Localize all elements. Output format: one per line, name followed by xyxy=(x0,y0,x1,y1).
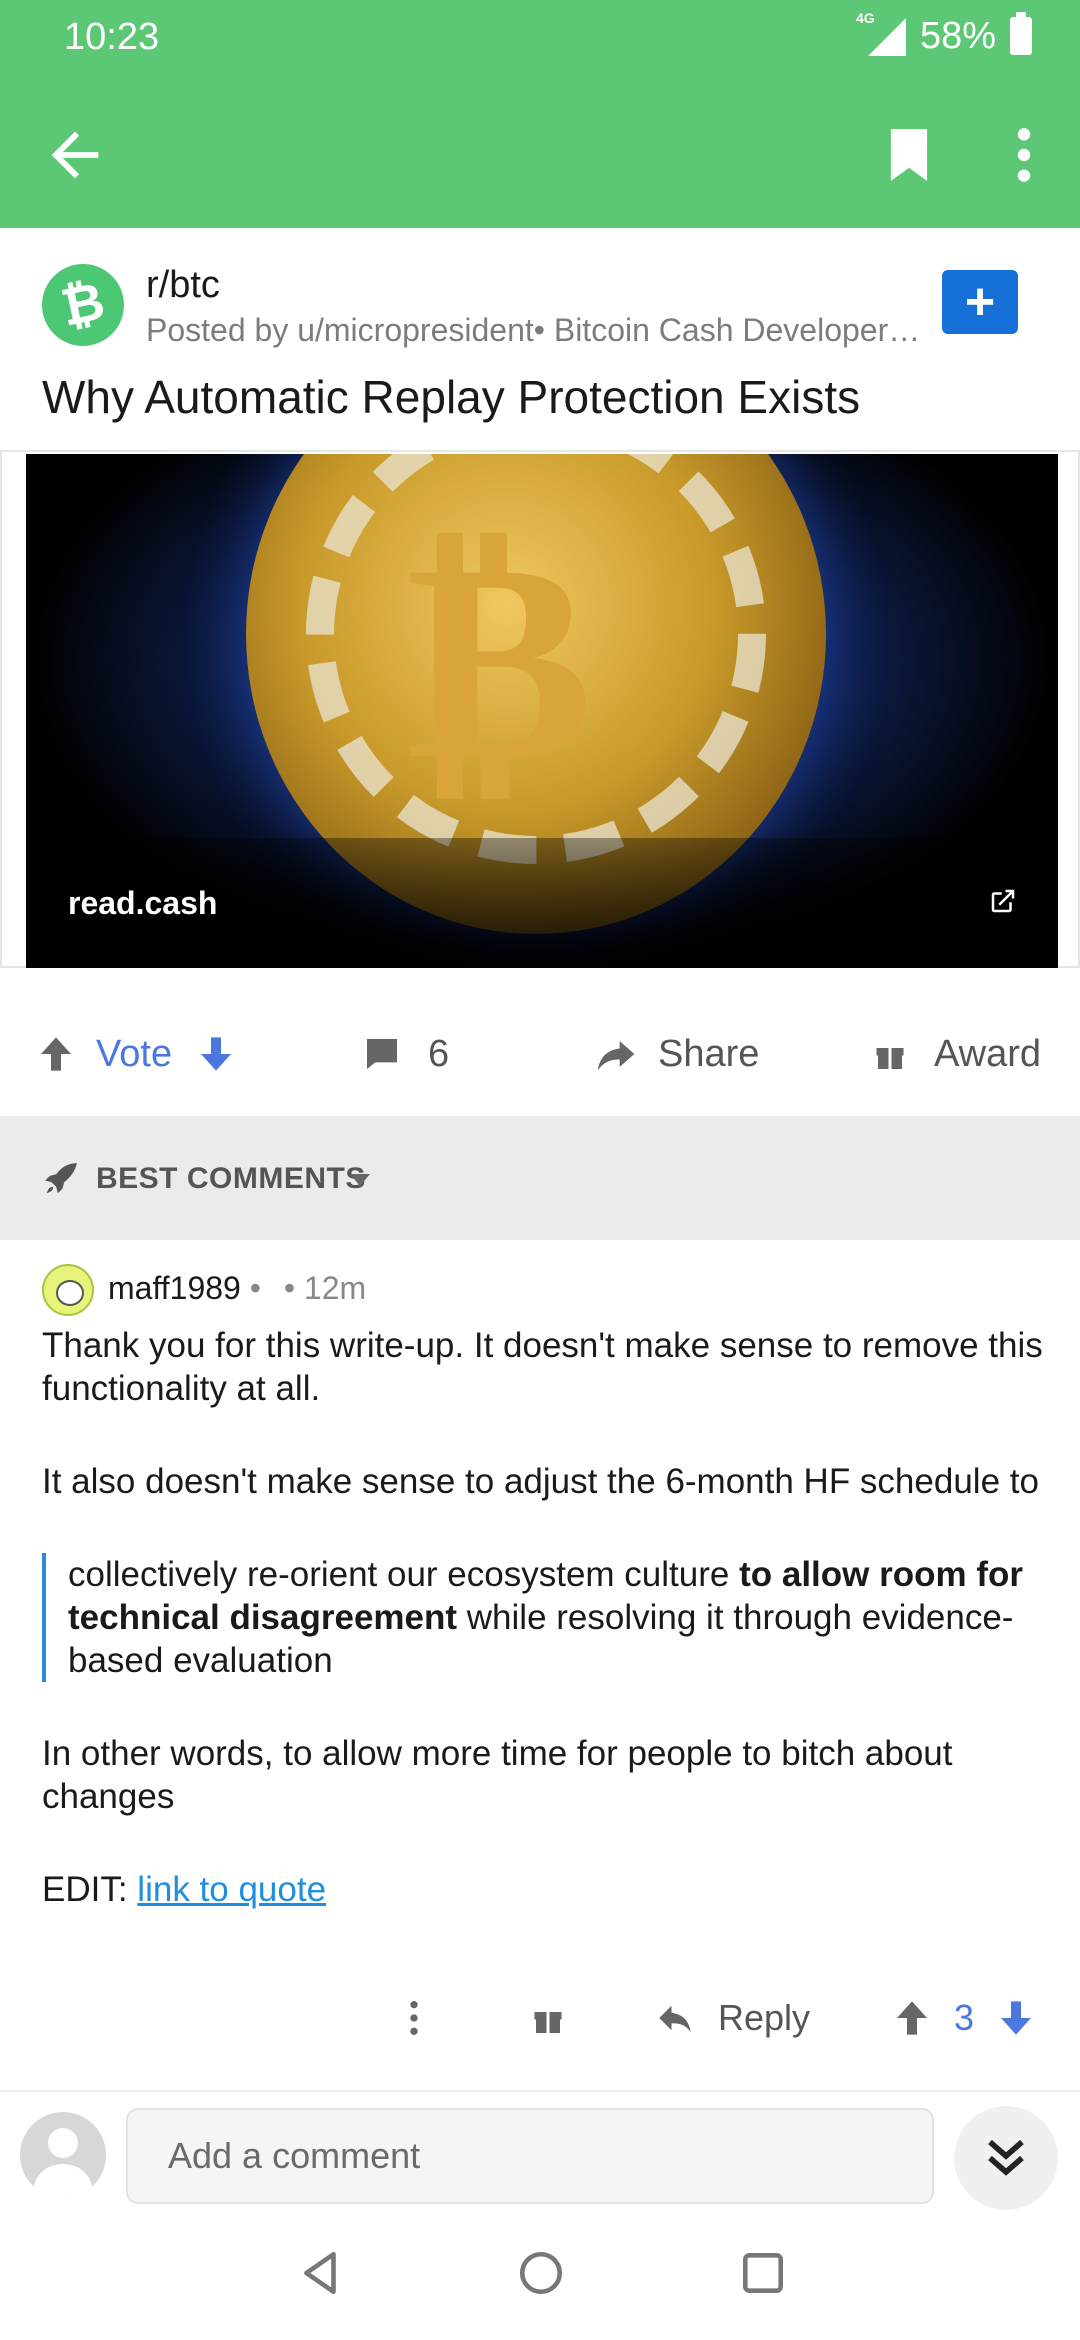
share-button[interactable]: Share xyxy=(594,1000,759,1108)
reply-icon xyxy=(659,2005,691,2032)
quote-link[interactable]: link to quote xyxy=(137,1870,326,1909)
blockquote: collectively re-orient our ecosystem cul… xyxy=(42,1553,1052,1682)
app-header: 10:23 4G 58% xyxy=(0,0,1080,228)
gift-icon xyxy=(534,2012,562,2033)
bookmark-icon xyxy=(890,129,928,181)
comment-award-button[interactable] xyxy=(530,1978,566,2058)
status-bar: 10:23 4G 58% xyxy=(0,0,1080,80)
add-comment-input[interactable]: Add a comment xyxy=(126,2108,934,2204)
link-thumbnail[interactable]: ₿ read.cash xyxy=(26,454,1058,968)
nav-home-icon[interactable] xyxy=(516,2248,566,2298)
more-vertical-icon xyxy=(410,2001,418,2035)
downvote-button[interactable] xyxy=(196,1000,236,1108)
arrow-down-icon xyxy=(201,1037,231,1071)
post-header: ₿ r/btc Posted by u/micropresident• Bitc… xyxy=(0,228,1080,448)
comment-more-button[interactable] xyxy=(406,1978,422,2058)
double-chevron-down-icon xyxy=(988,2139,1024,2176)
comment-avatar[interactable] xyxy=(42,1264,94,1316)
arrow-left-icon xyxy=(51,131,99,179)
rocket-icon xyxy=(45,1163,77,1194)
comment-icon xyxy=(367,1039,397,1069)
post-actions: Vote 6 Share Award xyxy=(0,1000,1080,1108)
link-domain: read.cash xyxy=(68,885,218,921)
comment-upvote-button[interactable] xyxy=(892,1978,932,2058)
battery-icon xyxy=(1010,12,1032,55)
gift-icon xyxy=(876,1048,904,1069)
comment-downvote-button[interactable] xyxy=(996,1978,1036,2058)
subreddit-name[interactable]: r/btc xyxy=(146,264,220,307)
comments-button[interactable]: 6 xyxy=(362,1000,449,1108)
arrow-up-icon xyxy=(41,1037,71,1071)
comment-author[interactable]: maff1989 xyxy=(108,1270,241,1306)
comment-age: • 12m xyxy=(274,1270,367,1306)
comment-sort-bar[interactable]: BEST COMMENTS xyxy=(0,1116,1080,1240)
bitcoin-icon[interactable]: ₿ xyxy=(34,256,132,354)
arrow-down-icon xyxy=(1001,2001,1031,2035)
comment-paragraph: In other words, to allow more time for p… xyxy=(42,1734,953,1816)
nav-back-icon[interactable] xyxy=(296,2248,346,2298)
back-button[interactable] xyxy=(40,120,110,190)
user-avatar[interactable] xyxy=(20,2112,106,2198)
quote-text: collectively re-orient our ecosystem cul… xyxy=(68,1555,740,1594)
comment-edit: EDIT: link to quote xyxy=(42,1868,1052,1911)
next-comment-button[interactable] xyxy=(954,2106,1058,2210)
comment-composer-bar: Add a comment xyxy=(0,2090,1080,2210)
nav-recents-icon[interactable] xyxy=(738,2248,788,2298)
comment-paragraph: It also doesn't make sense to adjust the… xyxy=(42,1462,1039,1501)
comment-actions: Reply 3 xyxy=(0,1978,1080,2058)
toolbar xyxy=(0,80,1080,228)
comment-body: Thank you for this write-up. It doesn't … xyxy=(42,1324,1052,1961)
share-icon xyxy=(597,1041,635,1071)
award-label: Award xyxy=(934,1032,1042,1075)
system-nav-bar xyxy=(0,2210,1080,2340)
edit-prefix: EDIT: xyxy=(42,1870,138,1909)
reply-button[interactable]: Reply xyxy=(654,1978,810,2058)
link-preview-card[interactable]: ₿ read.cash xyxy=(0,450,1080,968)
signal-icon: 4G xyxy=(856,10,906,58)
arrow-up-icon xyxy=(897,2001,927,2035)
save-post-button[interactable] xyxy=(878,124,940,186)
join-subreddit-button[interactable]: + xyxy=(942,270,1018,334)
comment-meta: maff1989 • • 12m xyxy=(108,1270,366,1307)
comment-count: 6 xyxy=(428,1032,450,1075)
sort-label: BEST COMMENTS xyxy=(96,1162,366,1195)
status-time: 10:23 xyxy=(64,16,160,58)
comment-score: 3 xyxy=(954,1997,975,2038)
battery-percent: 58% xyxy=(919,14,996,57)
share-label: Share xyxy=(658,1032,760,1075)
post-byline[interactable]: Posted by u/micropresident• Bitcoin Cash… xyxy=(146,312,926,349)
upvote-button[interactable] xyxy=(36,1000,76,1108)
caret-down-icon xyxy=(350,1174,370,1186)
status-right: 4G 58% xyxy=(856,10,1032,58)
post-title: Why Automatic Replay Protection Exists xyxy=(42,371,861,423)
vote-label: Vote xyxy=(96,1032,173,1075)
overflow-menu-button[interactable] xyxy=(1000,124,1048,186)
comment-paragraph: Thank you for this write-up. It doesn't … xyxy=(42,1326,1043,1408)
more-vertical-icon xyxy=(1017,128,1031,182)
award-button[interactable]: Award xyxy=(872,1000,1041,1108)
external-link-icon xyxy=(991,889,1015,913)
meta-separator: • xyxy=(240,1270,261,1306)
comment: maff1989 • • 12m Thank you for this writ… xyxy=(0,1240,1080,2080)
reply-label: Reply xyxy=(718,1997,811,2038)
